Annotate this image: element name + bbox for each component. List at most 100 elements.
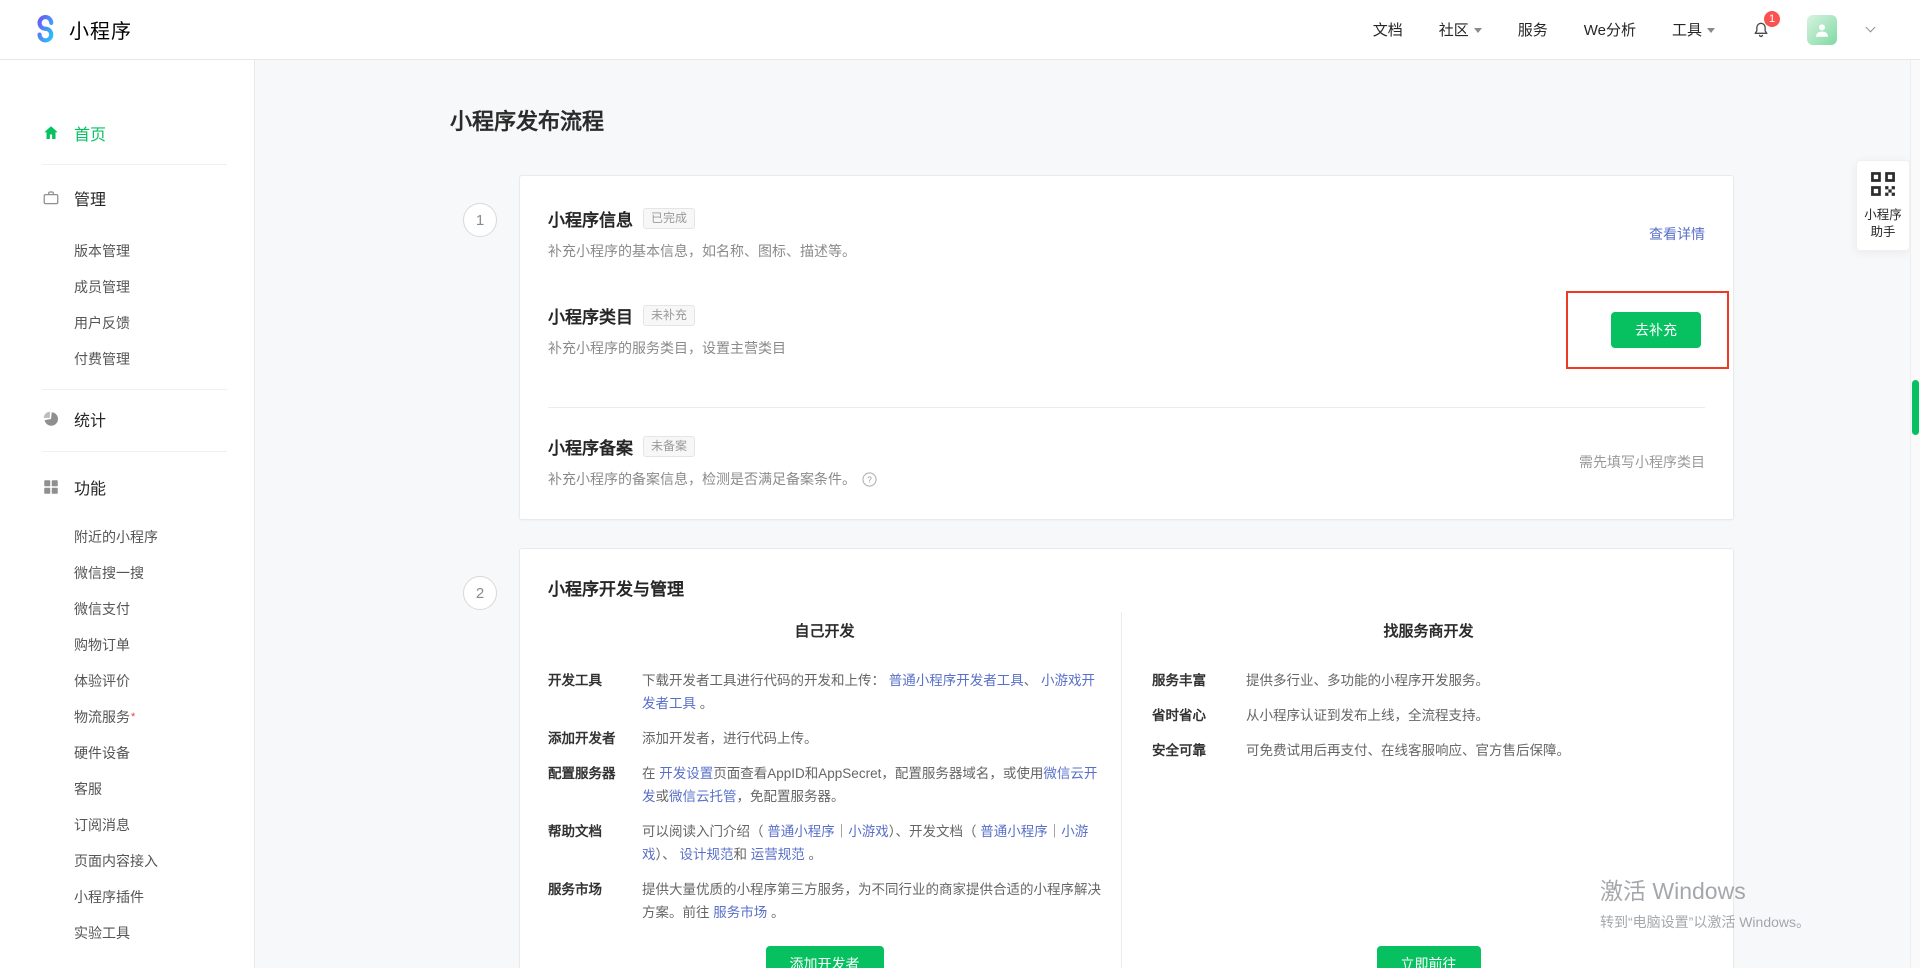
service-market-row: 服务市场 提供大量优质的小程序第三方服务，为不同行业的商家提供合适的小程序解决方… [548,878,1101,924]
sidebar-item-lab-tools[interactable]: 实验工具 [42,915,254,951]
development-card: 小程序开发与管理 自己开发 开发工具 下载开发者工具进行代码的开发和上传： 普通… [519,548,1734,968]
sidebar-item-home[interactable]: 首页 [42,120,254,146]
rich-services-row: 服务丰富 提供多行业、多功能的小程序开发服务。 [1152,669,1705,692]
account-avatar[interactable] [1807,15,1837,45]
main-content: 小程序发布流程 1 小程序信息 已完成 补充小程序的基本信息，如名称、图标、描述… [255,60,1920,968]
go-now-button[interactable]: 立即前往 [1377,946,1481,968]
docs-miniprogram-link[interactable]: 普通小程序 [980,824,1048,839]
sidebar-item-logistics[interactable]: 物流服务* [42,699,254,735]
sidebar-item-hardware[interactable]: 硬件设备 [42,735,254,771]
nav-we-analysis[interactable]: We分析 [1584,19,1636,40]
fill-category-button[interactable]: 去补充 [1611,312,1701,348]
sidebar: 首页 管理 版本管理 成员管理 用户反馈 付费管理 统计 [0,60,255,968]
service-market-link[interactable]: 服务市场 [713,905,767,920]
red-annotation-box: 去补充 [1566,291,1729,369]
svg-text:?: ? [867,474,872,484]
sidebar-item-nearby[interactable]: 附近的小程序 [42,519,254,555]
sidebar-item-payment[interactable]: 付费管理 [42,341,254,377]
configure-server-row: 配置服务器 在 开发设置页面查看AppID和AppSecret，配置服务器域名，… [548,762,1101,808]
sidebar-item-customer-service[interactable]: 客服 [42,771,254,807]
cloud-hosting-link[interactable]: 微信云托管 [669,789,737,804]
nav-services[interactable]: 服务 [1518,19,1548,40]
self-develop-column: 自己开发 开发工具 下载开发者工具进行代码的开发和上传： 普通小程序开发者工具、… [548,612,1121,968]
sidebar-section-management[interactable]: 管理 [42,185,254,211]
add-developer-button[interactable]: 添加开发者 [766,946,884,968]
caret-down-icon [1474,28,1482,33]
self-develop-header: 自己开发 [548,620,1101,641]
nav-docs[interactable]: 文档 [1373,19,1403,40]
design-guidelines-link[interactable]: 设计规范 [680,847,734,862]
miniprogram-s-icon [30,15,60,45]
row-miniprogram-beian: 小程序备案 未备案 补充小程序的备案信息，检测是否满足备案条件。 ? 需先填写小… [548,408,1705,519]
logo-text: 小程序 [69,15,132,44]
header-nav: 文档 社区 服务 We分析 工具 1 [1373,15,1874,45]
sidebar-item-page-content[interactable]: 页面内容接入 [42,843,254,879]
row-miniprogram-info: 小程序信息 已完成 补充小程序的基本信息，如名称、图标、描述等。 查看详情 [548,176,1705,291]
sidebar-item-experience-review[interactable]: 体验评价 [42,663,254,699]
step-2: 2 小程序开发与管理 自己开发 开发工具 下载开发者工具进行代码的开发和上传： … [450,548,1920,968]
wechat-miniprogram-logo[interactable]: 小程序 [30,15,132,45]
operation-rules-link[interactable]: 运营规范 [751,847,805,862]
intro-minigame-link[interactable]: 小游戏 [848,824,889,839]
notification-badge: 1 [1764,11,1780,27]
step-1-number: 1 [463,203,497,237]
features-menu: 附近的小程序 微信搜一搜 微信支付 购物订单 体验评价 物流服务* 硬件设备 客… [42,519,254,951]
prerequisite-note: 需先填写小程序类目 [1579,452,1705,472]
divider [42,451,227,452]
avatar-figure-icon [1813,21,1831,39]
row-miniprogram-category: 小程序类目 未补充 补充小程序的服务类目，设置主营类目 去补充 [548,291,1705,407]
statistics-icon [42,410,60,428]
helper-label-line1: 小程序 [1861,207,1905,224]
chevron-down-icon[interactable] [1866,23,1876,33]
sidebar-item-plugins[interactable]: 小程序插件 [42,879,254,915]
time-saving-row: 省时省心 从小程序认证到发布上线，全流程支持。 [1152,704,1705,727]
sidebar-item-members[interactable]: 成员管理 [42,269,254,305]
safe-reliable-row: 安全可靠 可免费试用后再支付、在线客服响应、官方售后保障。 [1152,739,1705,762]
dev-settings-link[interactable]: 开发设置 [659,766,713,781]
status-badge-completed: 已完成 [643,208,695,229]
sidebar-section-statistics[interactable]: 统计 [42,406,254,432]
qr-code-icon [1870,171,1896,197]
status-badge-uncompleted: 未补充 [643,305,695,326]
info-icon[interactable]: ? [862,472,877,487]
development-card-title: 小程序开发与管理 [548,549,1705,600]
top-bar: 小程序 文档 社区 服务 We分析 工具 1 [0,0,1920,60]
divider [42,389,227,390]
add-developer-row: 添加开发者 添加开发者，进行代码上传。 [548,727,1101,750]
divider [42,164,227,165]
row-title: 小程序备案 [548,434,633,459]
row-title: 小程序类目 [548,303,633,328]
sidebar-item-wechat-pay[interactable]: 微信支付 [42,591,254,627]
scrollbar[interactable] [1910,60,1920,968]
miniprogram-devtools-link[interactable]: 普通小程序开发者工具 [889,673,1024,688]
new-mark: * [131,711,135,723]
vendor-header: 找服务商开发 [1152,620,1705,641]
sidebar-item-search[interactable]: 微信搜一搜 [42,555,254,591]
management-icon [42,189,60,207]
help-docs-row: 帮助文档 可以阅读入门介绍（ 普通小程序｜小游戏）、开发文档（ 普通小程序｜小游… [548,820,1101,866]
features-grid-icon [42,478,60,496]
home-icon [42,124,60,142]
dev-tools-row: 开发工具 下载开发者工具进行代码的开发和上传： 普通小程序开发者工具、 小游戏开… [548,669,1101,715]
view-details-link[interactable]: 查看详情 [1649,224,1705,244]
setup-card: 小程序信息 已完成 补充小程序的基本信息，如名称、图标、描述等。 查看详情 小程… [519,175,1734,520]
intro-miniprogram-link[interactable]: 普通小程序 [767,824,835,839]
sidebar-section-features[interactable]: 功能 [42,474,254,500]
sidebar-item-subscribe-message[interactable]: 订阅消息 [42,807,254,843]
sidebar-item-feedback[interactable]: 用户反馈 [42,305,254,341]
scrollbar-thumb[interactable] [1912,380,1919,435]
sidebar-item-version[interactable]: 版本管理 [42,233,254,269]
step-1: 1 小程序信息 已完成 补充小程序的基本信息，如名称、图标、描述等。 查看详情 [450,175,1920,520]
vendor-column: 找服务商开发 服务丰富 提供多行业、多功能的小程序开发服务。 省时省心 从小程序… [1121,612,1705,968]
step-2-number: 2 [463,576,497,610]
notification-bell[interactable]: 1 [1751,20,1771,40]
helper-label-line2: 助手 [1861,224,1905,241]
row-title: 小程序信息 [548,206,633,231]
page-title: 小程序发布流程 [450,108,1920,136]
sidebar-item-orders[interactable]: 购物订单 [42,627,254,663]
mini-program-helper[interactable]: 小程序 助手 [1856,160,1910,251]
nav-tools[interactable]: 工具 [1672,19,1715,40]
caret-down-icon [1707,28,1715,33]
management-menu: 版本管理 成员管理 用户反馈 付费管理 [42,233,254,377]
nav-community[interactable]: 社区 [1439,19,1482,40]
